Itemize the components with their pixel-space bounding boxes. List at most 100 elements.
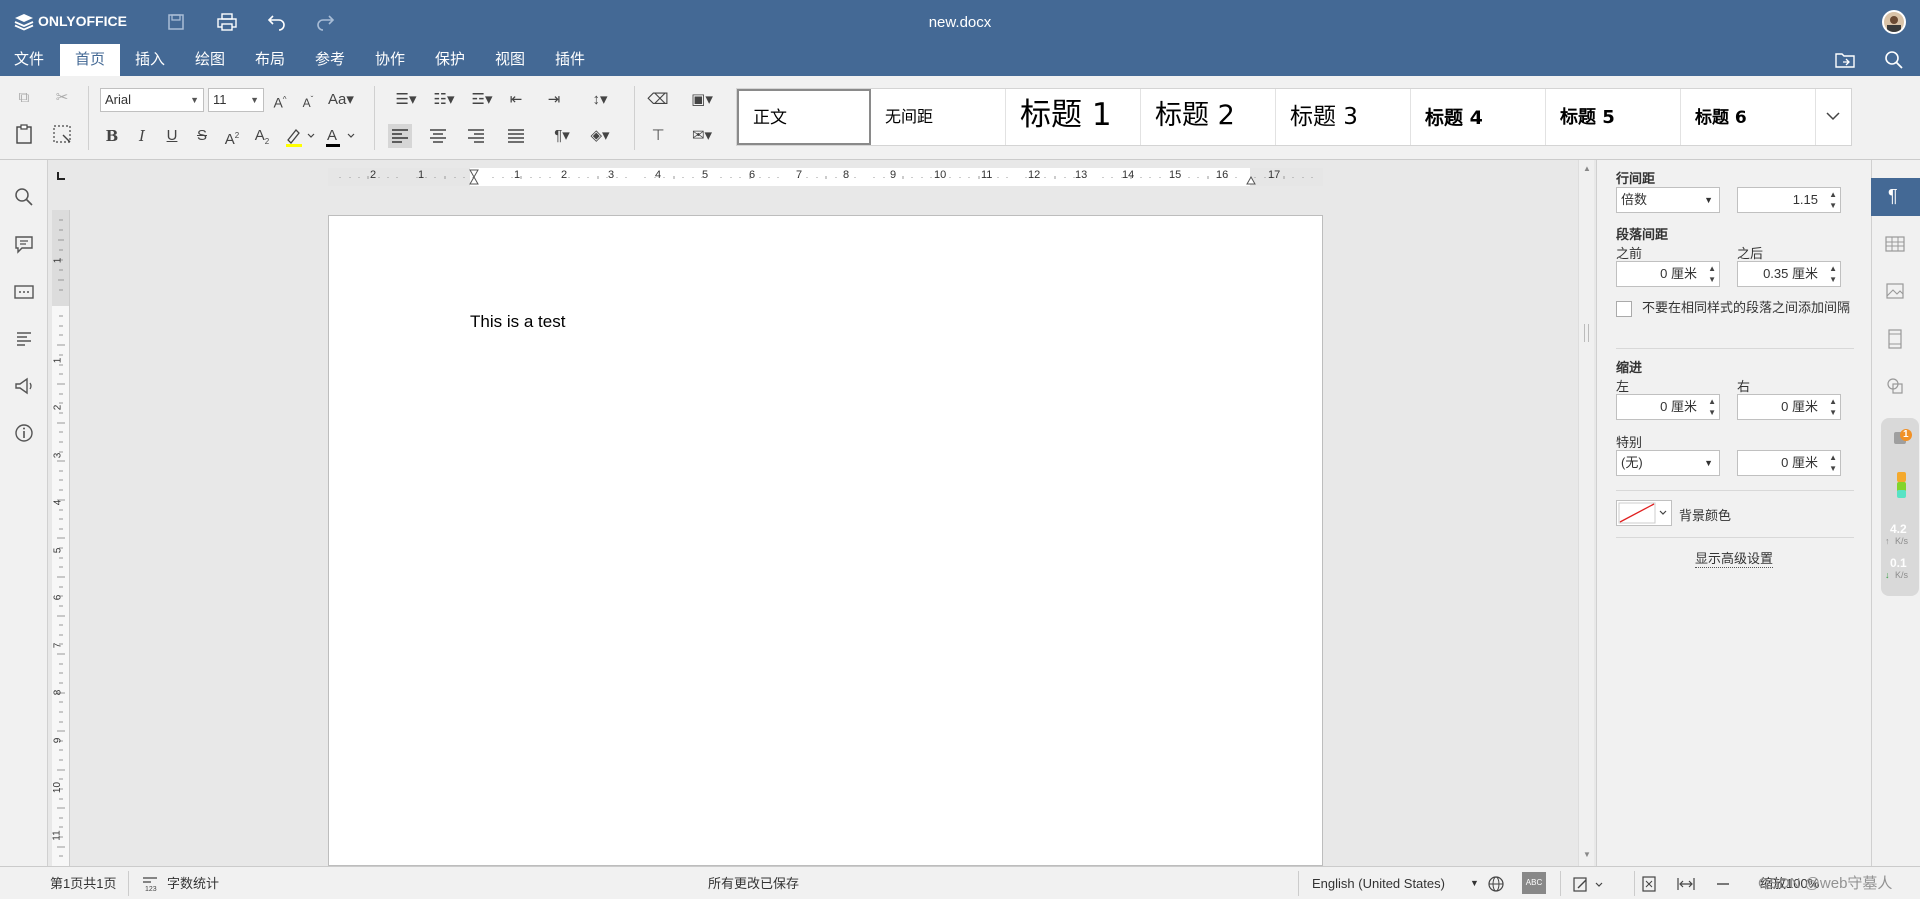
user-avatar[interactable]: [1882, 10, 1906, 34]
spinner-icon[interactable]: ▲ ▼: [1708, 396, 1716, 418]
font-size-select[interactable]: 11 ▼: [208, 88, 264, 112]
search-icon[interactable]: [1884, 50, 1904, 70]
zoom-out-icon[interactable]: [1714, 875, 1732, 893]
style-heading-6[interactable]: 标题 6: [1681, 89, 1816, 145]
print-icon[interactable]: [216, 12, 238, 32]
comments-icon[interactable]: [12, 232, 36, 256]
left-indent-input[interactable]: 0 厘米 ▲ ▼: [1616, 394, 1720, 420]
spinner-icon[interactable]: ▲ ▼: [1829, 189, 1837, 211]
save-icon[interactable]: [166, 12, 186, 32]
vertical-ruler[interactable]: 1 1 2 3 4 5 6 7 8 9 10 11: [52, 210, 70, 866]
tab-file[interactable]: 文件: [0, 44, 58, 76]
special-indent-input[interactable]: 0 厘米 ▲ ▼: [1737, 450, 1841, 476]
numbering-icon[interactable]: ☷▾: [426, 88, 462, 112]
open-location-icon[interactable]: [1834, 51, 1856, 69]
styles-expand-icon[interactable]: [1816, 89, 1851, 145]
spinner-icon[interactable]: ▲ ▼: [1829, 396, 1837, 418]
copy-icon[interactable]: ⧉: [12, 86, 36, 110]
paragraph-shading-icon[interactable]: ◈▾: [582, 124, 618, 148]
table-settings-icon[interactable]: [1884, 234, 1906, 254]
tab-view[interactable]: 视图: [482, 44, 538, 76]
align-center-icon[interactable]: [426, 124, 450, 148]
nonprinting-characters-icon[interactable]: ¶▾: [544, 124, 580, 148]
track-changes-icon[interactable]: [1572, 875, 1606, 893]
select-all-icon[interactable]: [50, 122, 74, 146]
justify-icon[interactable]: [504, 124, 528, 148]
globe-icon[interactable]: [1487, 875, 1505, 893]
spinner-icon[interactable]: ▲ ▼: [1708, 263, 1716, 285]
scroll-thumb[interactable]: [1584, 324, 1589, 342]
increase-font-icon[interactable]: A^: [268, 88, 292, 112]
align-right-icon[interactable]: [464, 124, 488, 148]
font-color-icon[interactable]: A: [322, 124, 358, 148]
mail-merge-icon[interactable]: ✉▾: [684, 124, 720, 148]
tab-references[interactable]: 参考: [302, 44, 358, 76]
language-select[interactable]: English (United States): [1312, 867, 1445, 899]
paste-icon[interactable]: [12, 122, 36, 146]
special-indent-select[interactable]: (无) ▼: [1616, 450, 1720, 476]
style-heading-1[interactable]: 标题 1: [1006, 89, 1141, 145]
color-scheme-icon[interactable]: ▣▾: [684, 88, 720, 112]
shape-settings-icon[interactable]: [1884, 375, 1906, 397]
spinner-icon[interactable]: ▲ ▼: [1829, 452, 1837, 474]
background-color-picker[interactable]: [1616, 500, 1672, 526]
spacing-before-input[interactable]: 0 厘米 ▲ ▼: [1616, 261, 1720, 287]
tab-protection[interactable]: 保护: [422, 44, 478, 76]
document-page[interactable]: This is a test: [328, 215, 1323, 866]
font-name-select[interactable]: Arial ▼: [100, 88, 204, 112]
vertical-scrollbar[interactable]: ▲ ▼: [1578, 160, 1594, 866]
tab-plugins[interactable]: 插件: [542, 44, 598, 76]
decrease-font-icon[interactable]: Aˇ: [296, 88, 320, 112]
strikethrough-icon[interactable]: S: [190, 124, 214, 148]
document-text[interactable]: This is a test: [470, 312, 565, 332]
align-left-icon[interactable]: [388, 124, 412, 148]
superscript-icon[interactable]: A2: [220, 124, 244, 148]
spacing-after-input[interactable]: 0.35 厘米 ▲ ▼: [1737, 261, 1841, 287]
image-settings-icon[interactable]: [1884, 281, 1906, 301]
clear-style-icon[interactable]: ⌫: [646, 88, 670, 112]
style-normal[interactable]: 正文: [737, 89, 871, 145]
increase-indent-icon[interactable]: ⇥: [542, 88, 566, 112]
bullets-icon[interactable]: ☰▾: [388, 88, 424, 112]
advanced-settings-link[interactable]: 显示高级设置: [1695, 548, 1774, 568]
about-icon[interactable]: [12, 421, 36, 445]
line-spacing-mode-select[interactable]: 倍数 ▼: [1616, 187, 1720, 213]
tab-layout[interactable]: 布局: [242, 44, 298, 76]
language-dropdown-icon[interactable]: ▼: [1470, 867, 1479, 899]
style-heading-3[interactable]: 标题 3: [1276, 89, 1411, 145]
chat-icon[interactable]: [12, 280, 36, 304]
style-no-spacing[interactable]: 无间距: [871, 89, 1006, 145]
underline-icon[interactable]: U: [160, 124, 184, 148]
highlight-color-icon[interactable]: [282, 124, 318, 148]
subscript-icon[interactable]: A2: [250, 124, 274, 148]
bold-icon[interactable]: B: [100, 124, 124, 148]
spellcheck-icon[interactable]: ABC: [1522, 872, 1546, 894]
no-space-checkbox[interactable]: [1616, 301, 1632, 317]
search-panel-icon[interactable]: [12, 185, 36, 209]
scroll-down-icon[interactable]: ▼: [1583, 850, 1591, 859]
fit-width-icon[interactable]: [1676, 875, 1696, 893]
line-spacing-input[interactable]: 1.15 ▲ ▼: [1737, 187, 1841, 213]
scroll-up-icon[interactable]: ▲: [1583, 164, 1591, 173]
tab-draw[interactable]: 绘图: [182, 44, 238, 76]
decrease-indent-icon[interactable]: ⇤: [504, 88, 528, 112]
word-count-label[interactable]: 字数统计: [167, 867, 219, 899]
right-indent-input[interactable]: 0 厘米 ▲ ▼: [1737, 394, 1841, 420]
navigation-icon[interactable]: [12, 327, 36, 351]
style-heading-2[interactable]: 标题 2: [1141, 89, 1276, 145]
page-indicator[interactable]: 第1页共1页: [50, 867, 116, 899]
cut-icon[interactable]: ✂: [50, 86, 74, 110]
italic-icon[interactable]: I: [130, 124, 154, 148]
floating-network-widget[interactable]: 1 4.2 ↑ K/s 0.1 ↓ K/s: [1881, 418, 1919, 596]
feedback-icon[interactable]: [12, 374, 36, 398]
copy-style-icon[interactable]: ⊤: [646, 124, 670, 148]
paragraph-settings-tab[interactable]: ¶: [1871, 178, 1920, 216]
fit-page-icon[interactable]: [1640, 875, 1658, 893]
multilevel-list-icon[interactable]: ☲▾: [464, 88, 500, 112]
redo-icon[interactable]: [316, 13, 336, 31]
style-heading-5[interactable]: 标题 5: [1546, 89, 1681, 145]
header-footer-settings-icon[interactable]: [1884, 328, 1906, 350]
spinner-icon[interactable]: ▲ ▼: [1829, 263, 1837, 285]
style-heading-4[interactable]: 标题 4: [1411, 89, 1546, 145]
undo-icon[interactable]: [266, 13, 286, 31]
